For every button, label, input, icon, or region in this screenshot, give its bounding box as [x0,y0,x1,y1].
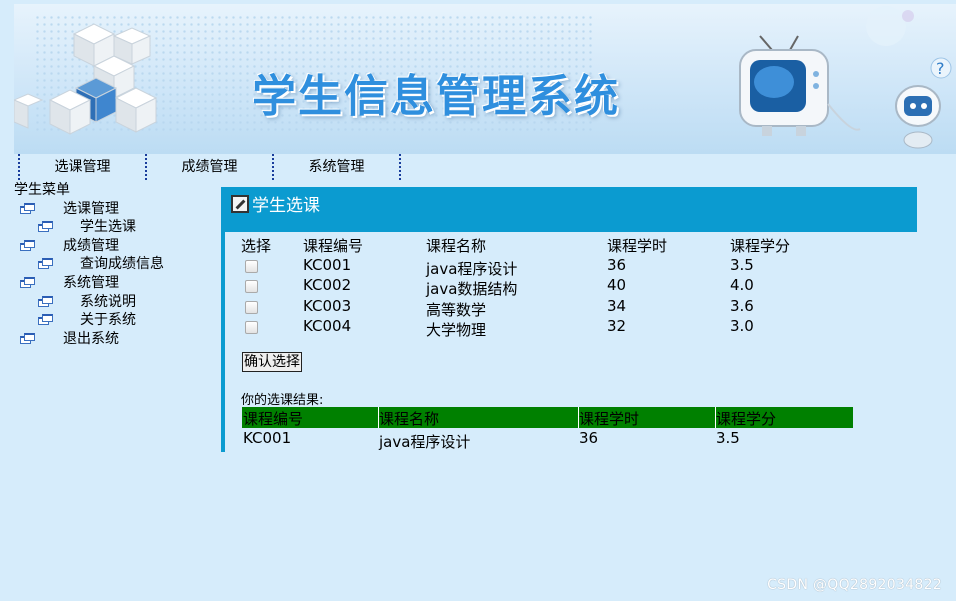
sidebar-item-label: 查询成绩信息 [80,256,164,273]
course-hours: 36 [579,429,599,447]
cube-graphic-icon [14,23,158,135]
sidebar-item-label: 关于系统 [80,312,136,329]
column-header: 选择 [241,237,272,255]
column-header: 课程名称 [379,410,440,428]
panel-title: 学生选课 [252,196,320,216]
course-code: KC002 [303,276,352,295]
course-code: KC004 [303,317,352,336]
sidebar-item-course-management[interactable]: 选课管理 [14,200,214,219]
window-icon [38,314,53,326]
course-checkbox[interactable] [241,297,258,318]
column-header: 课程编号 [243,410,304,428]
watermark: CSDN @QQ2892034822 [767,577,942,593]
course-checkbox[interactable] [241,317,258,338]
window-icon [38,258,53,270]
course-credits: 3.5 [730,255,754,274]
course-hours: 32 [607,317,627,336]
svg-text:?: ? [936,59,945,78]
window-icon [38,221,53,233]
sidebar-item-system-description[interactable]: 系统说明 [14,293,214,312]
robot-mascot-icon: ? [895,57,952,149]
course-hours: 40 [607,276,627,295]
tv-mascot-icon [739,35,861,136]
course-credits: 3.0 [730,317,754,336]
topmenu-grade-management[interactable]: 成绩管理 [147,154,274,180]
course-code: KC003 [303,296,352,315]
result-label: 你的选课结果: [241,393,324,408]
sidebar-item-label: 退出系统 [63,330,119,347]
sidebar-item-query-grades[interactable]: 查询成绩信息 [14,255,214,274]
window-icon [20,276,35,289]
sidebar-item-system-management[interactable]: 系统管理 [14,274,214,293]
sidebar-item-student-course-selection[interactable]: 学生选课 [14,218,214,237]
course-checkbox[interactable] [241,256,258,277]
header-banner: 学生信息管理系统 ? [14,4,956,154]
column-header: 课程学分 [730,237,791,255]
confirm-selection-button[interactable]: 确认选择 [242,352,302,372]
sidebar-item-about-system[interactable]: 关于系统 [14,311,214,330]
column-header: 课程学分 [716,410,777,428]
course-credits: 3.5 [716,429,740,447]
sidebar-item-label: 系统说明 [80,293,136,310]
sidebar-menu: 学生菜单 选课管理 学生选课 成绩管理 查询成绩信息 系统管理 系统说明 关于系… [14,181,214,348]
course-credits: 4.0 [730,276,754,295]
course-code: KC001 [243,429,292,447]
course-name: 高等数学 [426,300,487,319]
column-header: 课程名称 [426,237,487,255]
table-row: KC001 java程序设计 36 3.5 [242,428,853,451]
course-hours: 34 [607,296,627,315]
course-selection-panel: 学生选课 选择 课程编号 课程名称 课程学时 课程学分 KC001 java程序… [221,187,917,452]
course-name: 大学物理 [426,321,487,340]
course-code: KC001 [303,255,352,274]
course-credits: 3.6 [730,296,754,315]
sidebar-item-label: 选课管理 [63,200,119,217]
window-icon [20,239,35,252]
top-navigation: 选课管理 成绩管理 系统管理 [18,154,401,182]
result-header-row: 课程编号 课程名称 课程学时 课程学分 [242,407,853,428]
bubble-decoration-icon [866,6,914,46]
sidebar-item-label: 学生选课 [80,219,136,236]
sidebar-item-label: 系统管理 [63,274,119,291]
window-icon [38,295,53,308]
panel-header: 学生选课 [225,187,917,232]
sidebar-item-label: 成绩管理 [63,237,119,254]
result-table: 课程编号 课程名称 课程学时 课程学分 KC001 java程序设计 36 3.… [242,407,853,451]
course-name: java数据结构 [426,280,518,299]
edit-icon [231,195,249,213]
course-hours: 36 [607,255,627,274]
column-header: 课程学时 [607,237,668,255]
course-checkbox[interactable] [241,276,258,297]
sidebar-item-grade-management[interactable]: 成绩管理 [14,237,214,256]
column-header: 课程学时 [579,410,640,428]
column-header: 课程编号 [303,237,364,255]
topmenu-system-management[interactable]: 系统管理 [274,154,401,180]
course-name: java程序设计 [379,433,471,451]
topmenu-course-selection[interactable]: 选课管理 [20,154,147,180]
window-icon [20,202,35,215]
window-icon [20,332,35,345]
sidebar-item-logout[interactable]: 退出系统 [14,330,214,349]
sidebar-title: 学生菜单 [14,182,70,198]
course-name: java程序设计 [426,259,518,278]
app-title: 学生信息管理系统 [252,71,620,122]
